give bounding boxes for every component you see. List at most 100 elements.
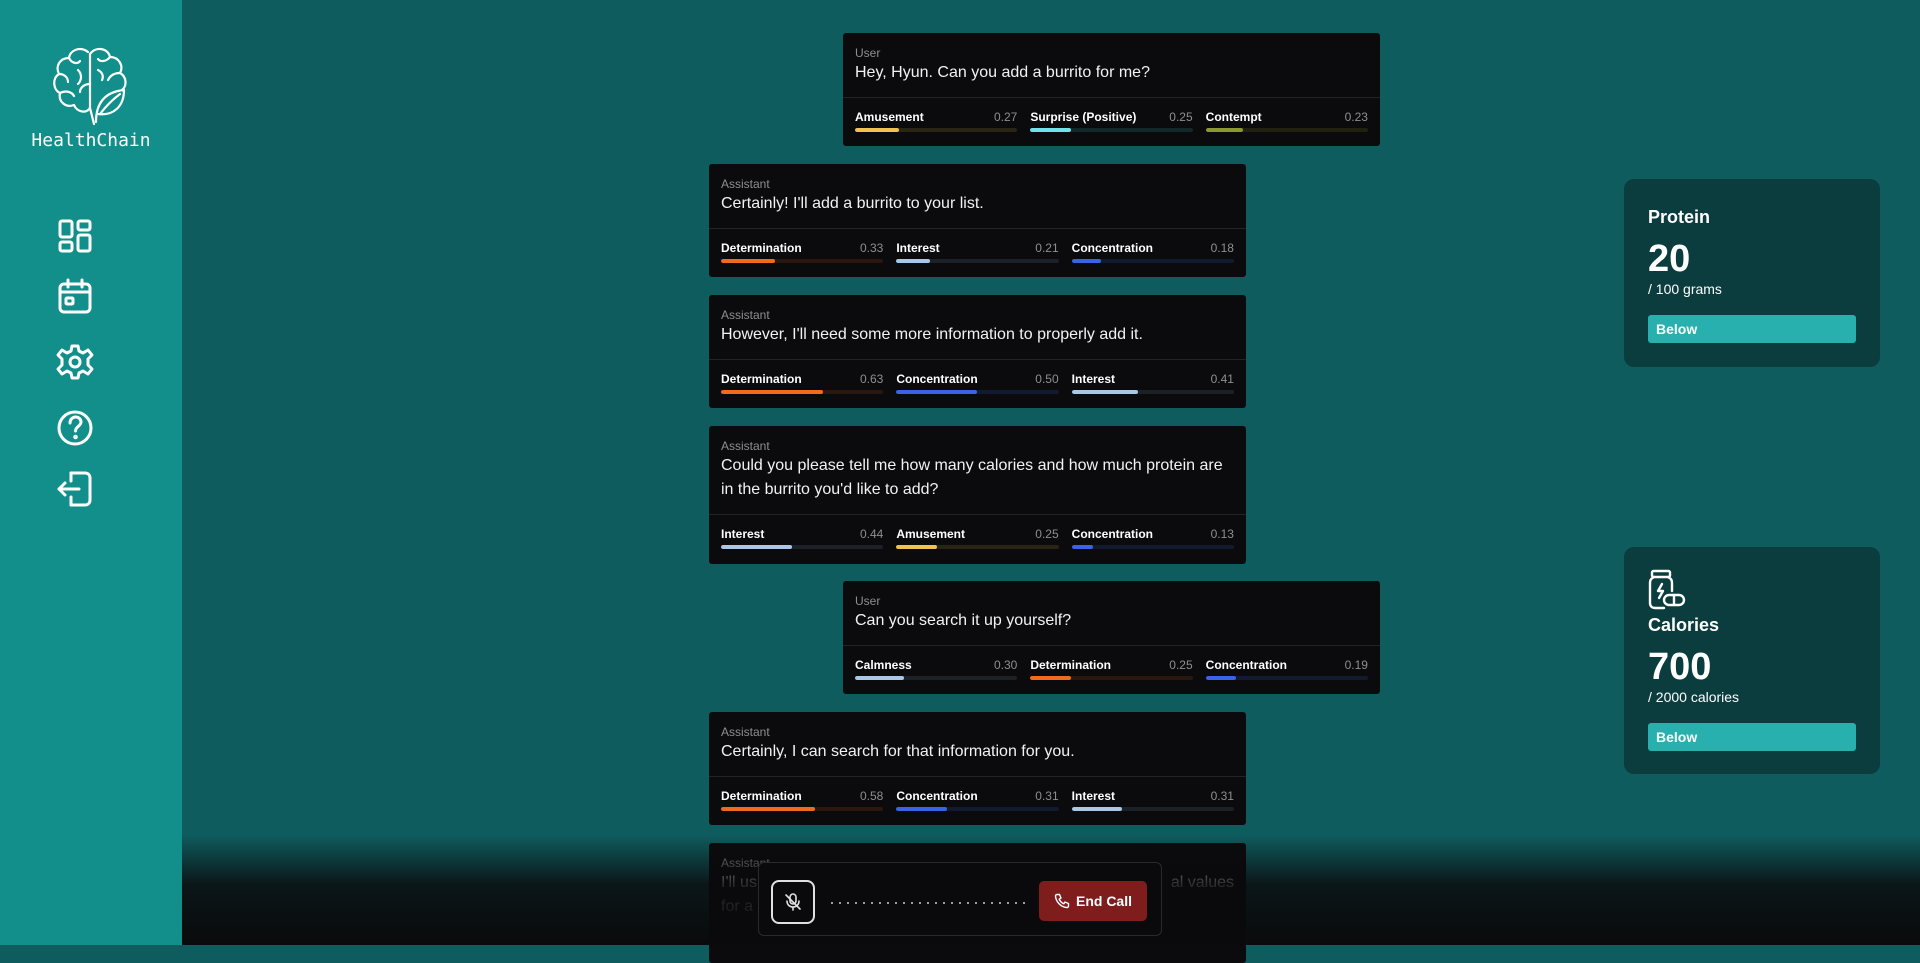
chat-message: Assistant However, I'll need some more in…	[709, 295, 1246, 408]
emotion-score: Interest 0.41	[1071, 372, 1234, 394]
audio-level-dot	[991, 902, 993, 904]
emotion-bar-fill	[1071, 545, 1093, 549]
audio-level-dot	[959, 902, 961, 904]
emotion-score: Concentration 0.50	[896, 372, 1059, 394]
emotion-name: Calmness	[855, 658, 912, 672]
calories-status-badge: Below	[1648, 723, 1856, 751]
message-role: Assistant	[721, 308, 770, 322]
audio-level-dot	[935, 902, 937, 904]
audio-level-dot	[887, 902, 889, 904]
audio-level-dot	[951, 902, 953, 904]
emotion-bar-track	[1030, 128, 1193, 132]
calendar-icon[interactable]	[55, 277, 95, 317]
emotion-score: Interest 0.31	[1071, 789, 1234, 811]
help-icon[interactable]	[55, 408, 95, 448]
audio-level-dot	[895, 902, 897, 904]
emotion-name: Concentration	[1071, 527, 1153, 541]
emotion-bar-track	[1205, 676, 1368, 680]
emotion-scores: Amusement 0.27 Surprise (Positive) 0.25 Cont…	[843, 98, 1380, 142]
emotion-name: Interest	[1071, 789, 1116, 803]
audio-level-dot	[919, 902, 921, 904]
emotion-name: Interest	[896, 241, 940, 255]
emotion-bar-fill	[721, 807, 816, 811]
emotion-bar-fill	[1205, 676, 1237, 680]
message-role: User	[855, 594, 881, 608]
emotion-score: Determination 0.63	[721, 372, 884, 394]
emotion-bar-fill	[1071, 807, 1122, 811]
dashboard-icon[interactable]	[55, 216, 95, 256]
audio-level-dot	[927, 902, 929, 904]
calories-card: Calories 700 / 2000 calories Below	[1624, 547, 1880, 774]
message-role: Assistant	[721, 439, 770, 453]
emotion-name: Interest	[1071, 372, 1116, 386]
audio-level-dot	[975, 902, 977, 904]
message-header: Assistant However, I'll need some more in…	[709, 295, 1246, 360]
emotion-bar-fill	[721, 259, 775, 263]
emotion-name: Concentration	[896, 789, 978, 803]
protein-card: Protein 20 / 100 grams Below	[1624, 179, 1880, 367]
audio-level-dot	[871, 902, 873, 904]
emotion-value: 0.25	[1035, 527, 1059, 541]
emotion-bar-fill	[1071, 259, 1101, 263]
emotion-bar-track	[721, 390, 884, 394]
emotion-bar-fill	[721, 545, 793, 549]
emotion-bar-track	[721, 259, 884, 263]
emotion-value: 0.13	[1210, 527, 1234, 541]
message-header: Assistant Certainly! I'll add a burrito t…	[709, 164, 1246, 229]
emotion-scores: Determination 0.63 Concentration 0.50 Intere…	[709, 360, 1246, 404]
logout-icon[interactable]	[55, 469, 95, 509]
chat-message: User Can you search it up yourself? Calmne…	[843, 581, 1380, 694]
emotion-name: Contempt	[1205, 110, 1262, 124]
brain-leaf-logo-icon	[53, 47, 127, 126]
emotion-value: 0.23	[1344, 110, 1368, 124]
chat-message: Assistant Certainly! I'll add a burrito t…	[709, 164, 1246, 277]
audio-level-dot	[1007, 902, 1009, 904]
emotion-name: Determination	[721, 241, 802, 255]
emotion-bar-fill	[1030, 128, 1071, 132]
emotion-bar-fill	[896, 545, 937, 549]
emotion-value: 0.25	[1169, 110, 1193, 124]
emotion-name: Surprise (Positive)	[1030, 110, 1137, 124]
audio-level-dot	[903, 902, 905, 904]
emotion-value: 0.27	[993, 110, 1018, 124]
chat-message: User Hey, Hyun. Can you add a burrito for…	[843, 33, 1380, 146]
message-text: Certainly, I can search for that informa…	[721, 743, 1075, 760]
emotion-value: 0.25	[1169, 658, 1193, 672]
end-call-button[interactable]: End Call	[1039, 881, 1147, 921]
emotion-bar-track	[896, 259, 1059, 263]
emotion-score: Concentration 0.13	[1071, 527, 1234, 549]
emotion-bar-track	[896, 390, 1059, 394]
emotion-bar-fill	[855, 128, 899, 132]
emotion-bar-track	[855, 676, 1018, 680]
message-header: User Hey, Hyun. Can you add a burrito for…	[843, 33, 1380, 98]
mic-off-icon	[785, 893, 801, 911]
emotion-score: Determination 0.25	[1030, 658, 1193, 680]
emotion-bar-fill	[1030, 676, 1071, 680]
emotion-name: Concentration	[896, 372, 978, 386]
emotion-score: Calmness 0.30	[855, 658, 1018, 680]
emotion-score: Determination 0.33	[721, 241, 884, 263]
emotion-name: Determination	[1030, 658, 1112, 672]
emotion-score: Concentration 0.19	[1205, 658, 1368, 680]
audio-level-dot	[831, 902, 833, 904]
mute-button[interactable]	[771, 880, 815, 924]
audio-level-dot	[863, 902, 865, 904]
emotion-bar-track	[1071, 259, 1234, 263]
emotion-name: Interest	[721, 527, 765, 541]
emotion-bar-fill	[1205, 128, 1243, 132]
emotion-value: 0.63	[859, 372, 884, 386]
message-role: Assistant	[721, 177, 770, 191]
emotion-score: Surprise (Positive) 0.25	[1030, 110, 1193, 132]
emotion-value: 0.44	[859, 527, 884, 541]
emotion-value: 0.50	[1035, 372, 1059, 386]
protein-status-badge: Below	[1648, 315, 1856, 343]
emotion-name: Amusement	[896, 527, 966, 541]
audio-level-dot	[943, 902, 945, 904]
chat-message: Assistant Could you please tell me how ma…	[709, 426, 1246, 564]
gear-icon[interactable]	[55, 342, 95, 382]
brand-name: HealthChain	[31, 130, 151, 151]
emotion-bar-track	[855, 128, 1018, 132]
emotion-value: 0.19	[1344, 658, 1368, 672]
audio-level-dot	[1023, 902, 1025, 904]
emotion-score: Interest 0.21	[896, 241, 1059, 263]
